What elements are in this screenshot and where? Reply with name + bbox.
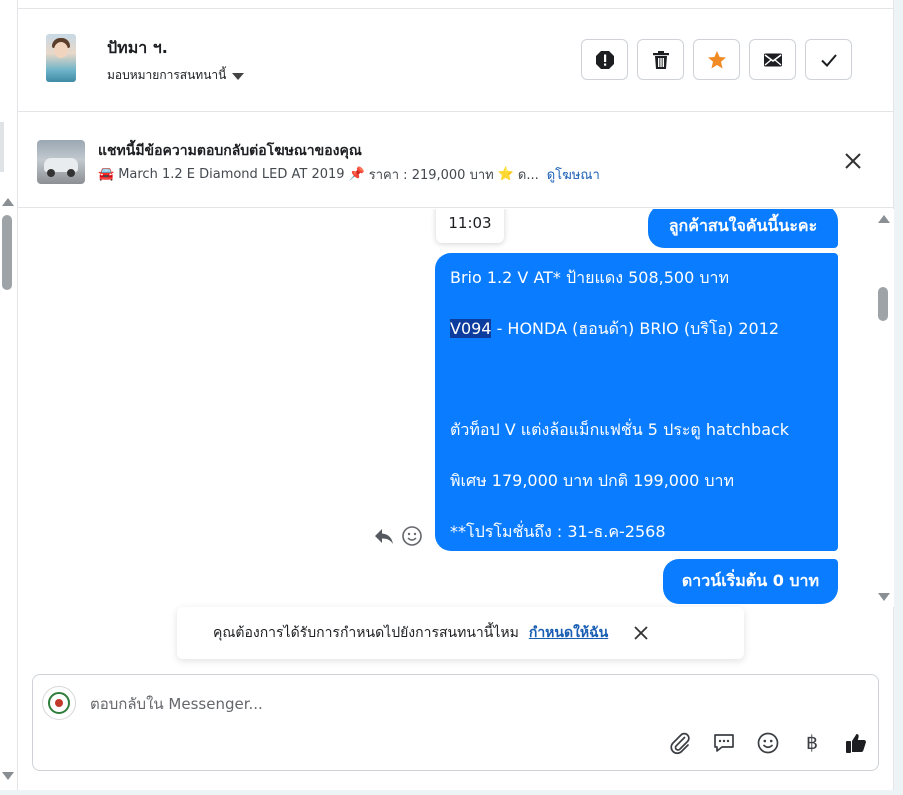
- close-icon[interactable]: [842, 150, 864, 172]
- smiley-icon: [757, 732, 779, 754]
- attach-button[interactable]: [667, 730, 693, 756]
- composer-tools: ฿: [667, 730, 869, 756]
- contact-name[interactable]: ปัทมา ฯ.: [107, 36, 168, 61]
- message-line: พิเศษ 179,000 บาท ปกติ 199,000 บาท: [450, 471, 735, 490]
- selected-text: V094: [450, 319, 492, 338]
- thread-scrollbar[interactable]: [876, 213, 892, 605]
- reply-composer: ฿: [32, 674, 879, 771]
- message-line-text: - HONDA (ฮอนด้า) BRIO (บริโอ) 2012: [491, 319, 780, 338]
- star-button[interactable]: [693, 39, 740, 80]
- message-line: ตัวท็อป V แต่งล้อแม็กแฟชั่น 5 ประตู hatc…: [450, 420, 790, 439]
- header-actions: [581, 39, 852, 80]
- assign-to-me-link[interactable]: กำหนดให้ฉัน: [529, 622, 608, 644]
- baht-icon: ฿: [805, 732, 819, 754]
- thumbs-up-icon: [846, 734, 866, 753]
- page-avatar: [42, 686, 76, 720]
- mail-icon: [763, 53, 782, 66]
- scroll-down-arrow[interactable]: [2, 772, 14, 780]
- ad-price: ราคา : 219,000 บาท: [368, 168, 494, 183]
- message-line: V094 - HONDA (ฮอนด้า) BRIO (บริโอ) 2012: [450, 317, 779, 342]
- spam-icon: [595, 50, 614, 69]
- check-icon: [820, 53, 837, 67]
- message-line: Brio 1.2 V AT* ป้ายแดง 508,500 บาท: [450, 268, 730, 287]
- close-icon[interactable]: [632, 624, 650, 642]
- scroll-thumb[interactable]: [2, 215, 12, 290]
- collapsed-panel-edge: [0, 122, 4, 172]
- assign-conversation-dropdown[interactable]: มอบหมายการสนทนานี้: [107, 66, 245, 85]
- ad-car-model: March 1.2 E Diamond LED AT 2019: [118, 167, 345, 182]
- assign-prompt-text: คุณต้องการได้รับการกำหนดไปยังการสนทนานี้…: [213, 625, 519, 641]
- message-thread[interactable]: 11:03 ลูกค้าสนใจคันนี้นะคะ Brio 1.2 V AT…: [18, 209, 894, 607]
- message-bubble[interactable]: ดาวน์เริ่มต้น 0 บาท: [663, 559, 838, 604]
- view-ad-link[interactable]: ดูโฆษณา: [547, 164, 600, 185]
- like-button[interactable]: [843, 730, 869, 756]
- star-icon: [707, 50, 726, 68]
- message-line: **โปรโมชั่นถึง : 31-ธ.ค-2568: [450, 522, 666, 541]
- assign-label: มอบหมายการสนทนานี้: [107, 68, 227, 82]
- delete-button[interactable]: [637, 39, 684, 80]
- top-divider: [18, 0, 893, 9]
- mark-done-button[interactable]: [805, 39, 852, 80]
- pin-emoji-icon: 📌: [348, 167, 365, 182]
- left-scrollbar-strip[interactable]: [0, 0, 18, 790]
- trash-icon: [652, 50, 669, 69]
- message-bubble[interactable]: Brio 1.2 V AT* ป้ายแดง 508,500 บาท V094 …: [435, 253, 838, 551]
- ad-more-truncated: ด...: [517, 168, 539, 183]
- message-hover-tools: [373, 525, 423, 547]
- ad-reply-banner: แชทนี้มีข้อความตอบกลับต่อโฆษณาของคุณ 🚘 M…: [18, 113, 893, 208]
- scroll-up-arrow[interactable]: [2, 198, 14, 206]
- conversation-header: ปัทมา ฯ. มอบหมายการสนทนานี้: [18, 10, 893, 112]
- car-emoji-icon: 🚘: [98, 167, 115, 182]
- paperclip-icon: [670, 732, 690, 755]
- message-bubble[interactable]: ลูกค้าสนใจคันนี้นะคะ: [648, 209, 838, 248]
- saved-replies-button[interactable]: [711, 730, 737, 756]
- mark-unread-button[interactable]: [749, 39, 796, 80]
- ad-details: 🚘 March 1.2 E Diamond LED AT 2019 📌 ราคา…: [98, 164, 600, 185]
- chat-bubble-icon: [714, 734, 734, 752]
- timestamp-tooltip: 11:03: [436, 209, 504, 243]
- scroll-down-arrow[interactable]: [878, 593, 890, 601]
- conversation-panel: ปัทมา ฯ. มอบหมายการสนทนานี้ แชทนี้มีข้อค…: [18, 0, 894, 790]
- caret-down-icon: [232, 73, 245, 80]
- mark-spam-button[interactable]: [581, 39, 628, 80]
- reply-icon[interactable]: [373, 525, 395, 547]
- ad-banner-title: แชทนี้มีข้อความตอบกลับต่อโฆษณาของคุณ: [98, 143, 362, 159]
- contact-avatar[interactable]: [46, 34, 76, 82]
- payment-button[interactable]: ฿: [799, 730, 825, 756]
- react-emoji-icon[interactable]: [401, 525, 423, 547]
- ad-car-thumbnail[interactable]: [37, 140, 85, 184]
- scroll-thumb[interactable]: [878, 287, 888, 321]
- emoji-button[interactable]: [755, 730, 781, 756]
- reply-input[interactable]: [90, 689, 850, 719]
- star-emoji-icon: ⭐: [497, 167, 514, 182]
- scroll-up-arrow[interactable]: [878, 215, 890, 223]
- assign-prompt: คุณต้องการได้รับการกำหนดไปยังการสนทนานี้…: [177, 607, 744, 659]
